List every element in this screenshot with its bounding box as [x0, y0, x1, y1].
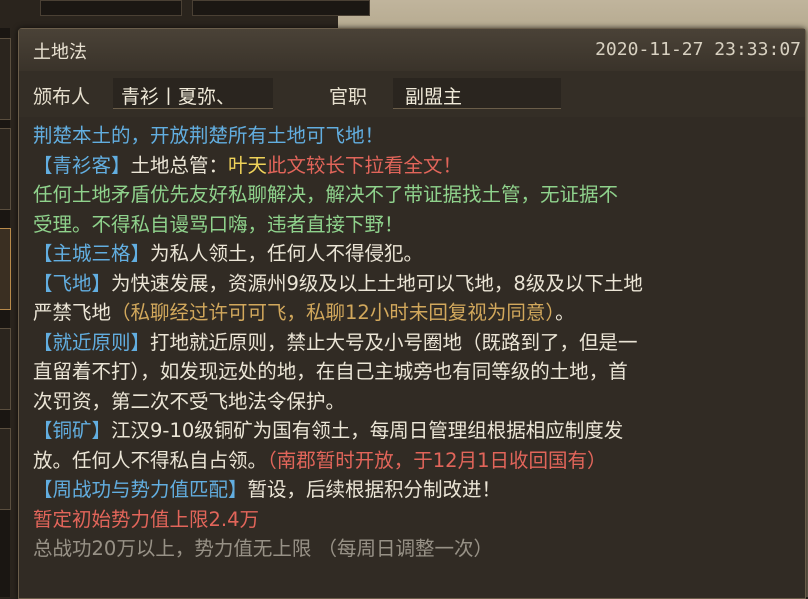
text-segment: 【飞地】 — [33, 271, 112, 295]
text-segment: 【周战功与势力值匹配】 — [33, 478, 248, 501]
side-nav-tab-active[interactable] — [0, 228, 11, 310]
text-line: 【就近原则】打地就近原则，禁止大号及小号圈地（既路到了，但是一 — [33, 328, 803, 358]
text-line: 暂定初始势力值上限2.4万 — [33, 505, 803, 535]
text-segment: 暂定初始势力值上限2.4万 — [33, 507, 260, 531]
text-line: 直留着不打），如发现远处的地，在自己主城旁也有同等级的土地，首 — [33, 357, 803, 387]
text-line: 任何土地矛盾优先友好私聊解决，解决不了带证据找土管，无证据不 — [33, 180, 803, 210]
text-line: 次罚资，第二次不受飞地法令保护。 — [33, 387, 803, 417]
text-segment: 【就近原则】 — [33, 330, 151, 354]
side-nav-tab[interactable] — [0, 128, 11, 210]
background-tab — [40, 0, 182, 16]
text-segment: 次罚资，第二次不受飞地法令保护。 — [33, 389, 346, 413]
text-segment: 为快速发展，资源州9级及以上土地可以飞地，8级及以下土地 — [111, 271, 643, 295]
text-line: 【飞地】为快速发展，资源州9级及以上土地可以飞地，8级及以下土地 — [33, 269, 803, 299]
text-line: 【周战功与势力值匹配】暂设，后续根据积分制改进！ — [33, 475, 803, 505]
side-nav-tab[interactable] — [0, 328, 11, 410]
text-segment: 【铜矿】 — [33, 419, 112, 442]
text-line: 【主城三格】为私人领土，任何人不得侵犯。 — [33, 239, 803, 269]
text-segment: 江汉9-10级铜矿为国有领土，每周日管理组根据相应制度发 — [111, 419, 624, 442]
text-segment: 打地就近原则，禁止大号及小号圈地（既路到了，但是一 — [150, 330, 638, 354]
text-segment: 总战功20万以上，势力值无上限 （每周日调整一次） — [33, 537, 494, 560]
announcement-text: 荆楚本土的，开放荆楚所有土地可飞地！ 【青衫客】土地总管：叶天此文较长下拉看全文… — [33, 121, 803, 564]
text-line: 【铜矿】江汉9-10级铜矿为国有领土，每周日管理组根据相应制度发 — [33, 416, 803, 446]
meta-row: 颁布人 青衫丨夏弥、 官职 副盟主 — [19, 71, 805, 117]
text-segment: 严禁飞地 — [33, 301, 112, 324]
text-segment: 此文较长下拉看全文！ — [267, 153, 463, 177]
text-line-cutoff: 总战功20万以上，势力值无上限 （每周日调整一次） — [33, 534, 803, 564]
text-line: 受理。不得私自谩骂口嗨，违者直接下野！ — [33, 210, 803, 240]
text-line: 【青衫客】土地总管：叶天此文较长下拉看全文！ — [33, 151, 803, 181]
publisher-label: 颁布人 — [33, 86, 91, 108]
publisher-name[interactable]: 青衫丨夏弥、 — [121, 82, 235, 109]
office-label: 官职 — [329, 86, 368, 108]
announcement-panel: 土地法 2020-11-27 23:33:07 颁布人 青衫丨夏弥、 官职 副盟… — [18, 28, 806, 599]
title-bar: 土地法 2020-11-27 23:33:07 — [19, 29, 805, 72]
text-segment: 受理。不得私自谩骂口嗨，违者直接下野！ — [33, 212, 404, 236]
text-segment: （私聊经过许可可飞，私聊12小时未回复视为同意） — [111, 301, 556, 324]
text-segment: 任何土地矛盾优先友好私聊解决，解决不了带证据找土管，无证据不 — [33, 183, 619, 206]
side-nav — [0, 28, 11, 597]
text-segment: 荆楚本土的，开放荆楚所有土地可飞地！ — [33, 124, 385, 147]
text-segment: 叶天 — [228, 153, 268, 177]
text-segment: 。 — [555, 301, 575, 324]
background-tab — [192, 0, 370, 16]
scroll-fade — [19, 568, 805, 598]
publish-timestamp: 2020-11-27 23:33:07 — [595, 39, 801, 60]
text-segment: 土地总管： — [130, 153, 229, 177]
side-nav-tab[interactable] — [0, 428, 11, 510]
text-segment: 【主城三格】 — [33, 242, 151, 265]
text-segment: 暂设，后续根据积分制改进！ — [247, 478, 502, 501]
text-segment: 为私人领土，任何人不得侵犯。 — [150, 242, 424, 265]
text-line: 放。任何人不得私自占领。（南郡暂时开放，于12月1日收回国有） — [33, 446, 803, 476]
text-segment: 【青衫客】 — [33, 153, 131, 177]
announcement-body[interactable]: 荆楚本土的，开放荆楚所有土地可飞地！ 【青衫客】土地总管：叶天此文较长下拉看全文… — [19, 117, 805, 598]
text-segment: 放。任何人不得私自占领。 — [33, 448, 268, 472]
text-segment: 直留着不打），如发现远处的地，在自己主城旁也有同等级的土地，首 — [33, 360, 628, 383]
office-value: 副盟主 — [405, 86, 463, 108]
side-nav-tab[interactable] — [0, 38, 11, 120]
text-segment: （南郡暂时开放，于12月1日收回国有） — [267, 448, 607, 472]
text-line: 严禁飞地（私聊经过许可可飞，私聊12小时未回复视为同意）。 — [33, 298, 803, 328]
panel-title: 土地法 — [33, 42, 87, 63]
text-line: 荆楚本土的，开放荆楚所有土地可飞地！ — [33, 121, 803, 151]
